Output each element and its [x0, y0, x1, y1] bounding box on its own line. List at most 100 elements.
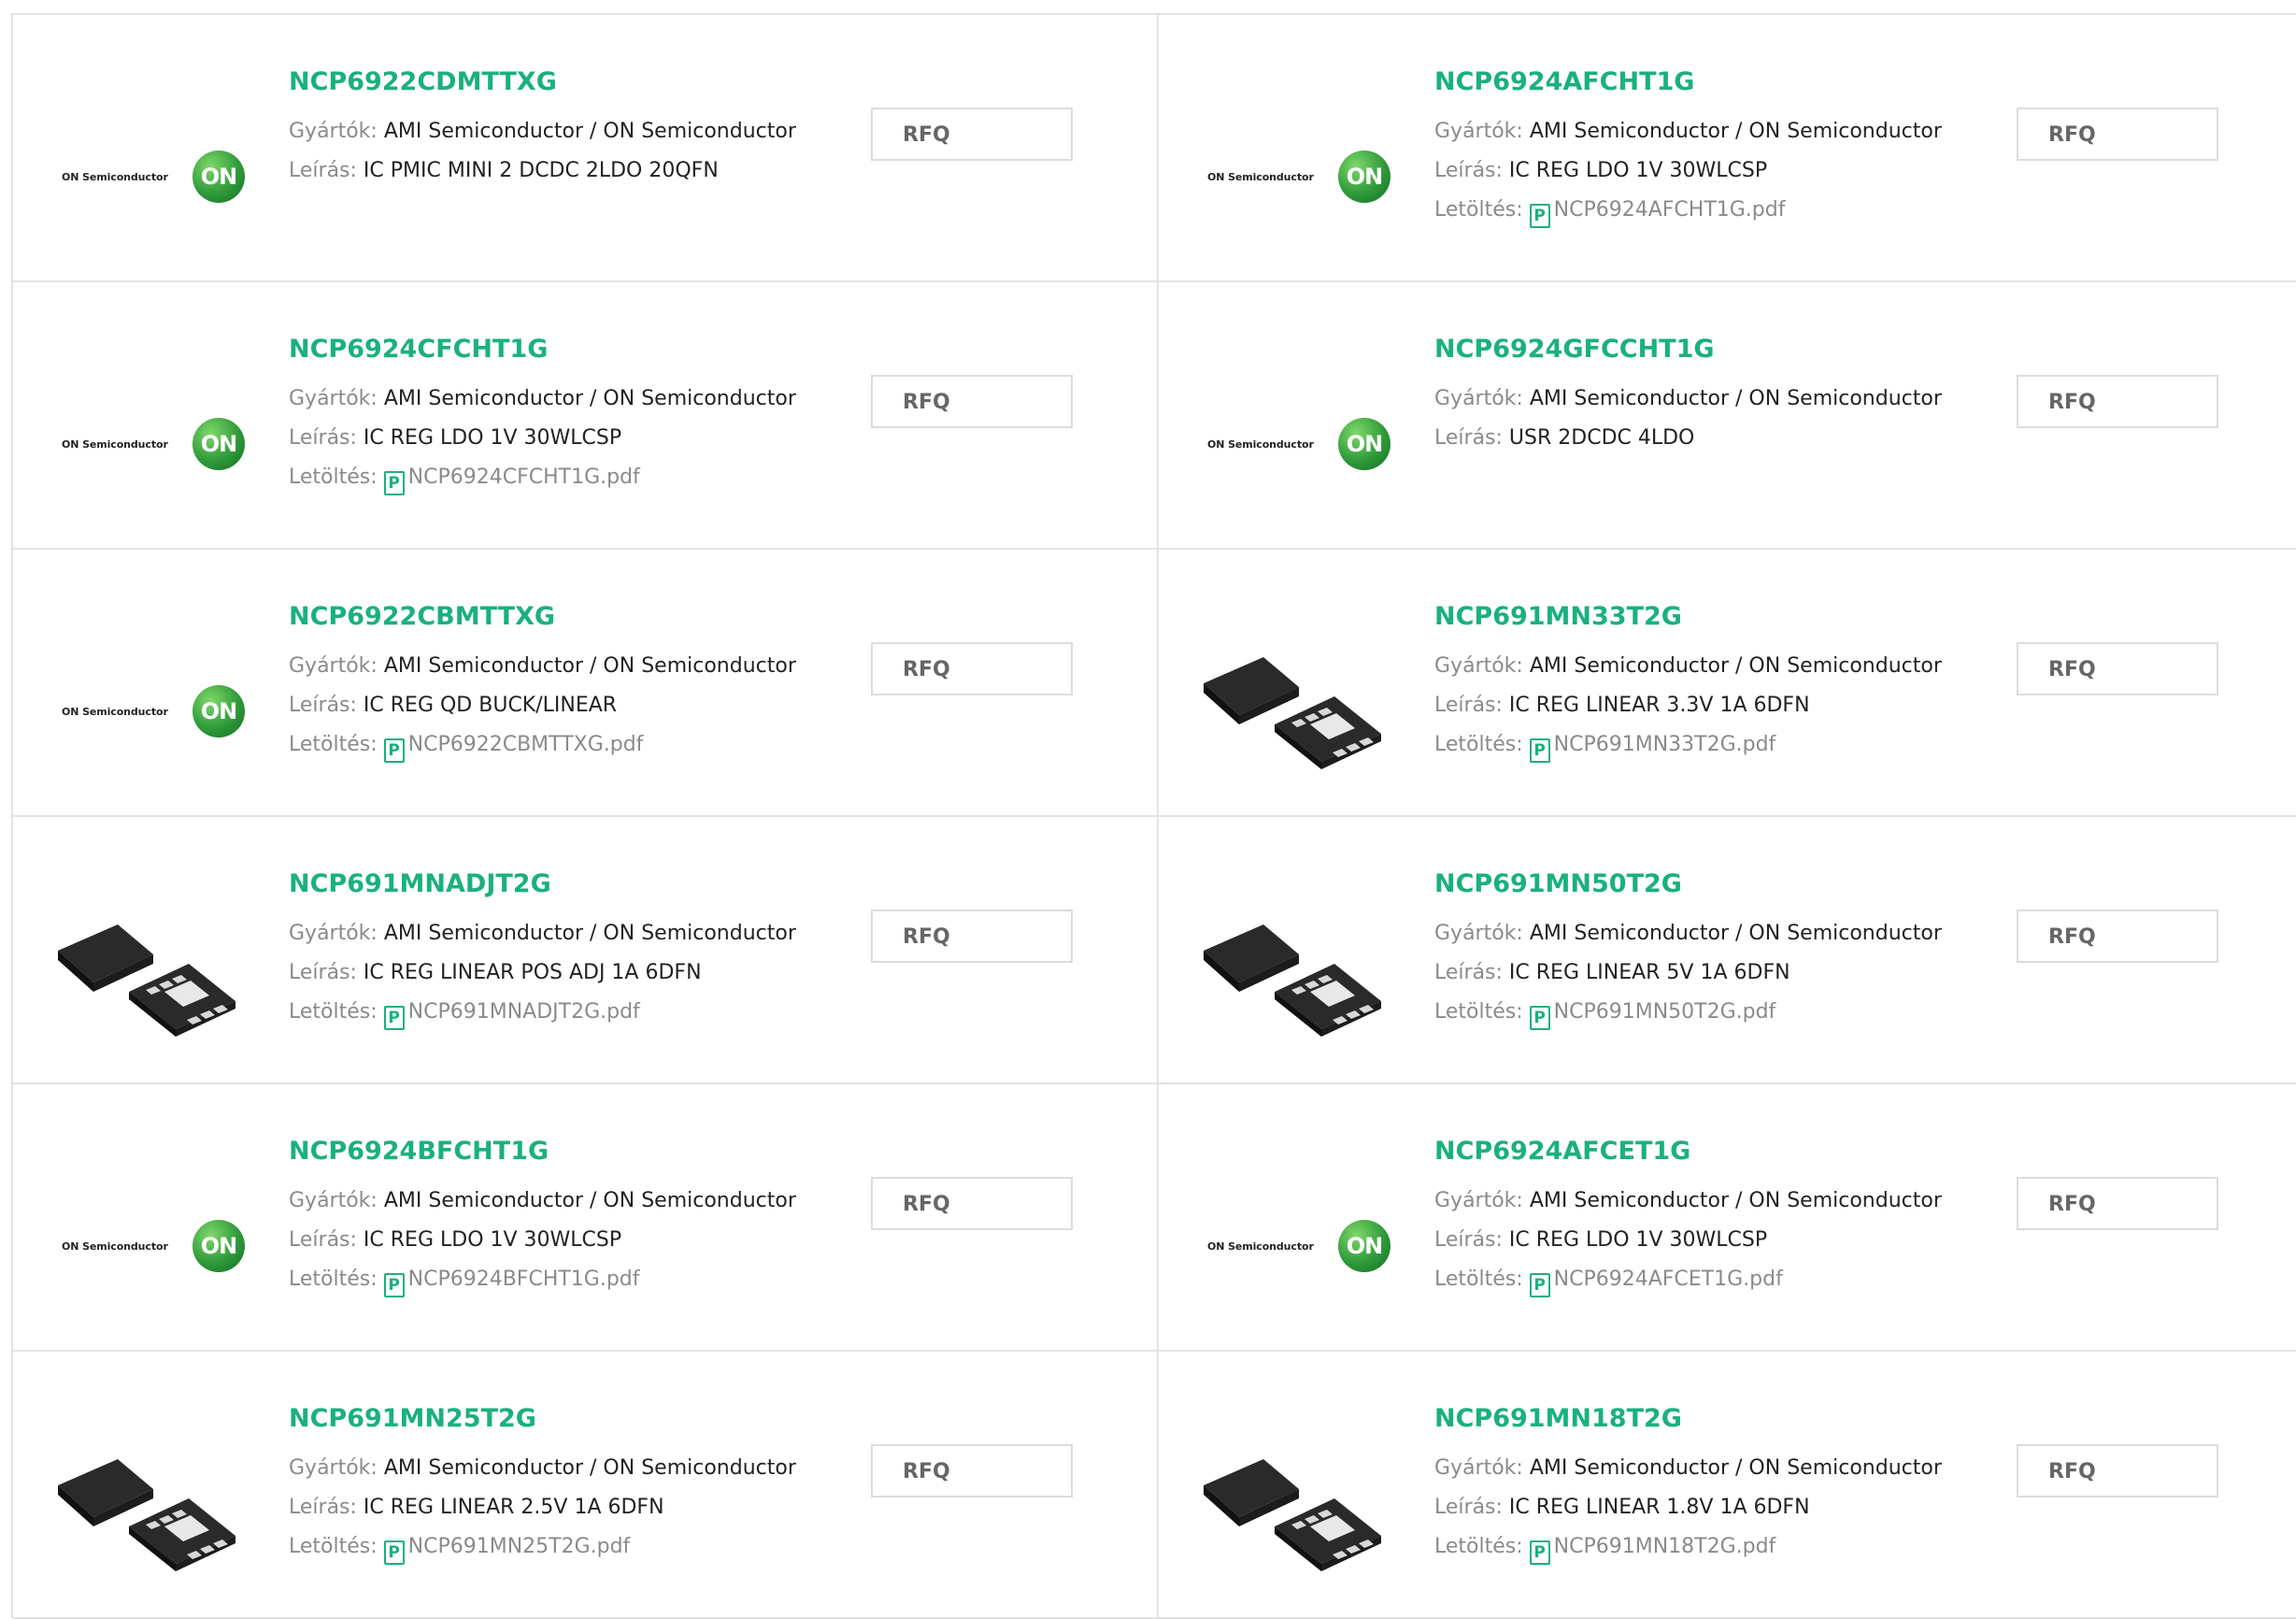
rfq-button[interactable]: RFQ	[2017, 1177, 2218, 1230]
datasheet-link[interactable]: P NCP6924BFCHT1G.pdf	[383, 1268, 640, 1297]
rfq-button[interactable]: RFQ	[871, 1444, 1073, 1497]
download-row: Letöltés: P NCP691MN33T2G.pdf	[1434, 725, 1958, 765]
product-thumbnail[interactable]: ON Semiconductor ON	[50, 592, 247, 779]
product-card: ON Semiconductor ON NCP6924AFCET1G Gyárt…	[1159, 1084, 2296, 1352]
product-thumbnail[interactable]: ON Semiconductor ON	[1196, 57, 1392, 244]
datasheet-link[interactable]: P NCP6924CFCHT1G.pdf	[383, 466, 640, 495]
description-value: IC REG LINEAR 5V 1A 6DFN	[1508, 961, 1790, 984]
datasheet-link[interactable]: P NCP691MN50T2G.pdf	[1529, 1000, 1775, 1030]
description-value: IC REG LINEAR 1.8V 1A 6DFN	[1508, 1496, 1810, 1519]
rfq-button[interactable]: RFQ	[2017, 1444, 2218, 1497]
rfq-button[interactable]: RFQ	[2017, 107, 2218, 161]
product-thumbnail[interactable]: ON Semiconductor ON	[1196, 1126, 1392, 1313]
dfn-chip-image	[1204, 924, 1381, 1037]
datasheet-filename: NCP691MN18T2G.pdf	[1553, 1535, 1776, 1558]
datasheet-link[interactable]: P NCP691MN18T2G.pdf	[1529, 1535, 1776, 1565]
description-label: Leírás:	[289, 961, 357, 984]
product-thumbnail[interactable]	[1196, 859, 1392, 1046]
description-label: Leírás:	[1434, 159, 1503, 182]
product-card: ON Semiconductor ON NCP6922CDMTTXG Gyárt…	[13, 15, 1159, 282]
description-row: Leírás: IC REG LINEAR 1.8V 1A 6DFN	[1434, 1488, 1958, 1527]
manufacturer-value: AMI Semiconductor / ON Semiconductor	[1529, 1189, 1942, 1212]
download-row: Letöltés: P NCP691MN50T2G.pdf	[1434, 993, 1958, 1032]
description-row: Leírás: IC REG LINEAR 5V 1A 6DFN	[1434, 953, 1958, 993]
description-label: Leírás:	[1434, 1228, 1503, 1252]
product-thumbnail[interactable]	[1196, 592, 1392, 779]
datasheet-link[interactable]: P NCP691MN33T2G.pdf	[1529, 733, 1775, 763]
description-label: Leírás:	[289, 426, 357, 450]
product-thumbnail[interactable]: ON Semiconductor ON	[1196, 324, 1392, 511]
part-number-link[interactable]: NCP691MN25T2G	[289, 1400, 812, 1438]
pdf-icon: P	[383, 1006, 405, 1030]
part-number-link[interactable]: NCP6924AFCET1G	[1434, 1133, 1958, 1170]
manufacturer-value: AMI Semiconductor / ON Semiconductor	[383, 654, 796, 678]
product-thumbnail[interactable]	[50, 859, 247, 1046]
product-info: NCP6924GFCCHT1G Gyártók: AMI Semiconduct…	[1434, 331, 1958, 458]
datasheet-link[interactable]: P NCP6922CBMTTXG.pdf	[383, 733, 643, 763]
download-label: Letöltés:	[1434, 198, 1523, 222]
description-label: Leírás:	[1434, 694, 1503, 717]
rfq-button[interactable]: RFQ	[2017, 642, 2218, 695]
product-card: ON Semiconductor ON NCP6924GFCCHT1G Gyár…	[1159, 282, 2296, 550]
rfq-button[interactable]: RFQ	[871, 1177, 1073, 1230]
rfq-button[interactable]: RFQ	[871, 107, 1073, 161]
product-card: NCP691MN50T2G Gyártók: AMI Semiconductor…	[1159, 817, 2296, 1084]
manufacturer-label: Gyártók:	[289, 120, 378, 143]
datasheet-link[interactable]: P NCP691MN25T2G.pdf	[383, 1535, 630, 1565]
pdf-icon: P	[383, 471, 405, 495]
product-info: NCP6924AFCET1G Gyártók: AMI Semiconducto…	[1434, 1133, 1958, 1299]
part-number-link[interactable]: NCP6922CBMTTXG	[289, 598, 812, 636]
manufacturer-value: AMI Semiconductor / ON Semiconductor	[383, 1456, 796, 1480]
product-thumbnail[interactable]	[50, 1394, 247, 1581]
part-number-link[interactable]: NCP691MNADJT2G	[289, 866, 812, 903]
download-row: Letöltés: P NCP6924AFCHT1G.pdf	[1434, 191, 1958, 230]
product-thumbnail[interactable]: ON Semiconductor ON	[50, 1126, 247, 1313]
part-number-link[interactable]: NCP6922CDMTTXG	[289, 64, 812, 101]
manufacturer-label: Gyártók:	[1434, 654, 1523, 678]
rfq-button[interactable]: RFQ	[871, 375, 1073, 428]
manufacturer-value: AMI Semiconductor / ON Semiconductor	[1529, 922, 1942, 945]
part-number-link[interactable]: NCP691MN50T2G	[1434, 866, 1958, 903]
manufacturer-value: AMI Semiconductor / ON Semiconductor	[383, 1189, 796, 1212]
part-number-link[interactable]: NCP691MN33T2G	[1434, 598, 1958, 636]
datasheet-link[interactable]: P NCP6924AFCHT1G.pdf	[1529, 198, 1785, 228]
download-label: Letöltés:	[289, 1268, 378, 1291]
description-row: Leírás: IC REG LDO 1V 30WLCSP	[289, 1221, 812, 1260]
manufacturer-label: Gyártók:	[289, 922, 378, 945]
logo-text: ON Semiconductor	[1207, 438, 1314, 451]
product-info: NCP6922CDMTTXG Gyártók: AMI Semiconducto…	[289, 64, 812, 191]
logo-text: ON Semiconductor	[62, 438, 168, 451]
datasheet-link[interactable]: P NCP691MNADJT2G.pdf	[383, 1000, 640, 1030]
part-number-link[interactable]: NCP6924AFCHT1G	[1434, 64, 1958, 101]
pdf-icon: P	[1529, 204, 1550, 228]
product-thumbnail[interactable]: ON Semiconductor ON	[50, 324, 247, 511]
datasheet-filename: NCP6924CFCHT1G.pdf	[407, 466, 640, 489]
download-label: Letöltés:	[289, 1535, 378, 1558]
description-value: IC REG LINEAR 3.3V 1A 6DFN	[1508, 694, 1810, 717]
part-number-link[interactable]: NCP691MN18T2G	[1434, 1400, 1958, 1438]
manufacturer-label: Gyártók:	[289, 1456, 378, 1480]
manufacturer-row: Gyártók: AMI Semiconductor / ON Semicond…	[289, 380, 812, 419]
on-semiconductor-logo: ON Semiconductor ON	[62, 418, 249, 478]
manufacturer-label: Gyártók:	[1434, 387, 1523, 410]
logo-text: ON Semiconductor	[62, 171, 168, 183]
rfq-button[interactable]: RFQ	[2017, 375, 2218, 428]
part-number-link[interactable]: NCP6924BFCHT1G	[289, 1133, 812, 1170]
part-number-link[interactable]: NCP6924GFCCHT1G	[1434, 331, 1958, 368]
datasheet-filename: NCP691MNADJT2G.pdf	[407, 1000, 640, 1024]
rfq-button[interactable]: RFQ	[2017, 910, 2218, 963]
product-thumbnail[interactable]	[1196, 1394, 1392, 1581]
manufacturer-label: Gyártók:	[1434, 1456, 1523, 1480]
part-number-link[interactable]: NCP6924CFCHT1G	[289, 331, 812, 368]
pdf-icon: P	[1529, 1006, 1550, 1030]
download-row: Letöltés: P NCP6924AFCET1G.pdf	[1434, 1260, 1958, 1299]
product-thumbnail[interactable]: ON Semiconductor ON	[50, 57, 247, 244]
rfq-button[interactable]: RFQ	[871, 642, 1073, 695]
product-card: NCP691MN18T2G Gyártók: AMI Semiconductor…	[1159, 1352, 2296, 1619]
datasheet-link[interactable]: P NCP6924AFCET1G.pdf	[1529, 1268, 1783, 1297]
manufacturer-row: Gyártók: AMI Semiconductor / ON Semicond…	[1434, 1449, 1958, 1488]
rfq-button[interactable]: RFQ	[871, 910, 1073, 963]
product-grid: ON Semiconductor ON NCP6922CDMTTXG Gyárt…	[11, 13, 2296, 1619]
logo-mark: ON	[193, 1220, 245, 1272]
on-semiconductor-logo: ON Semiconductor ON	[62, 685, 249, 745]
